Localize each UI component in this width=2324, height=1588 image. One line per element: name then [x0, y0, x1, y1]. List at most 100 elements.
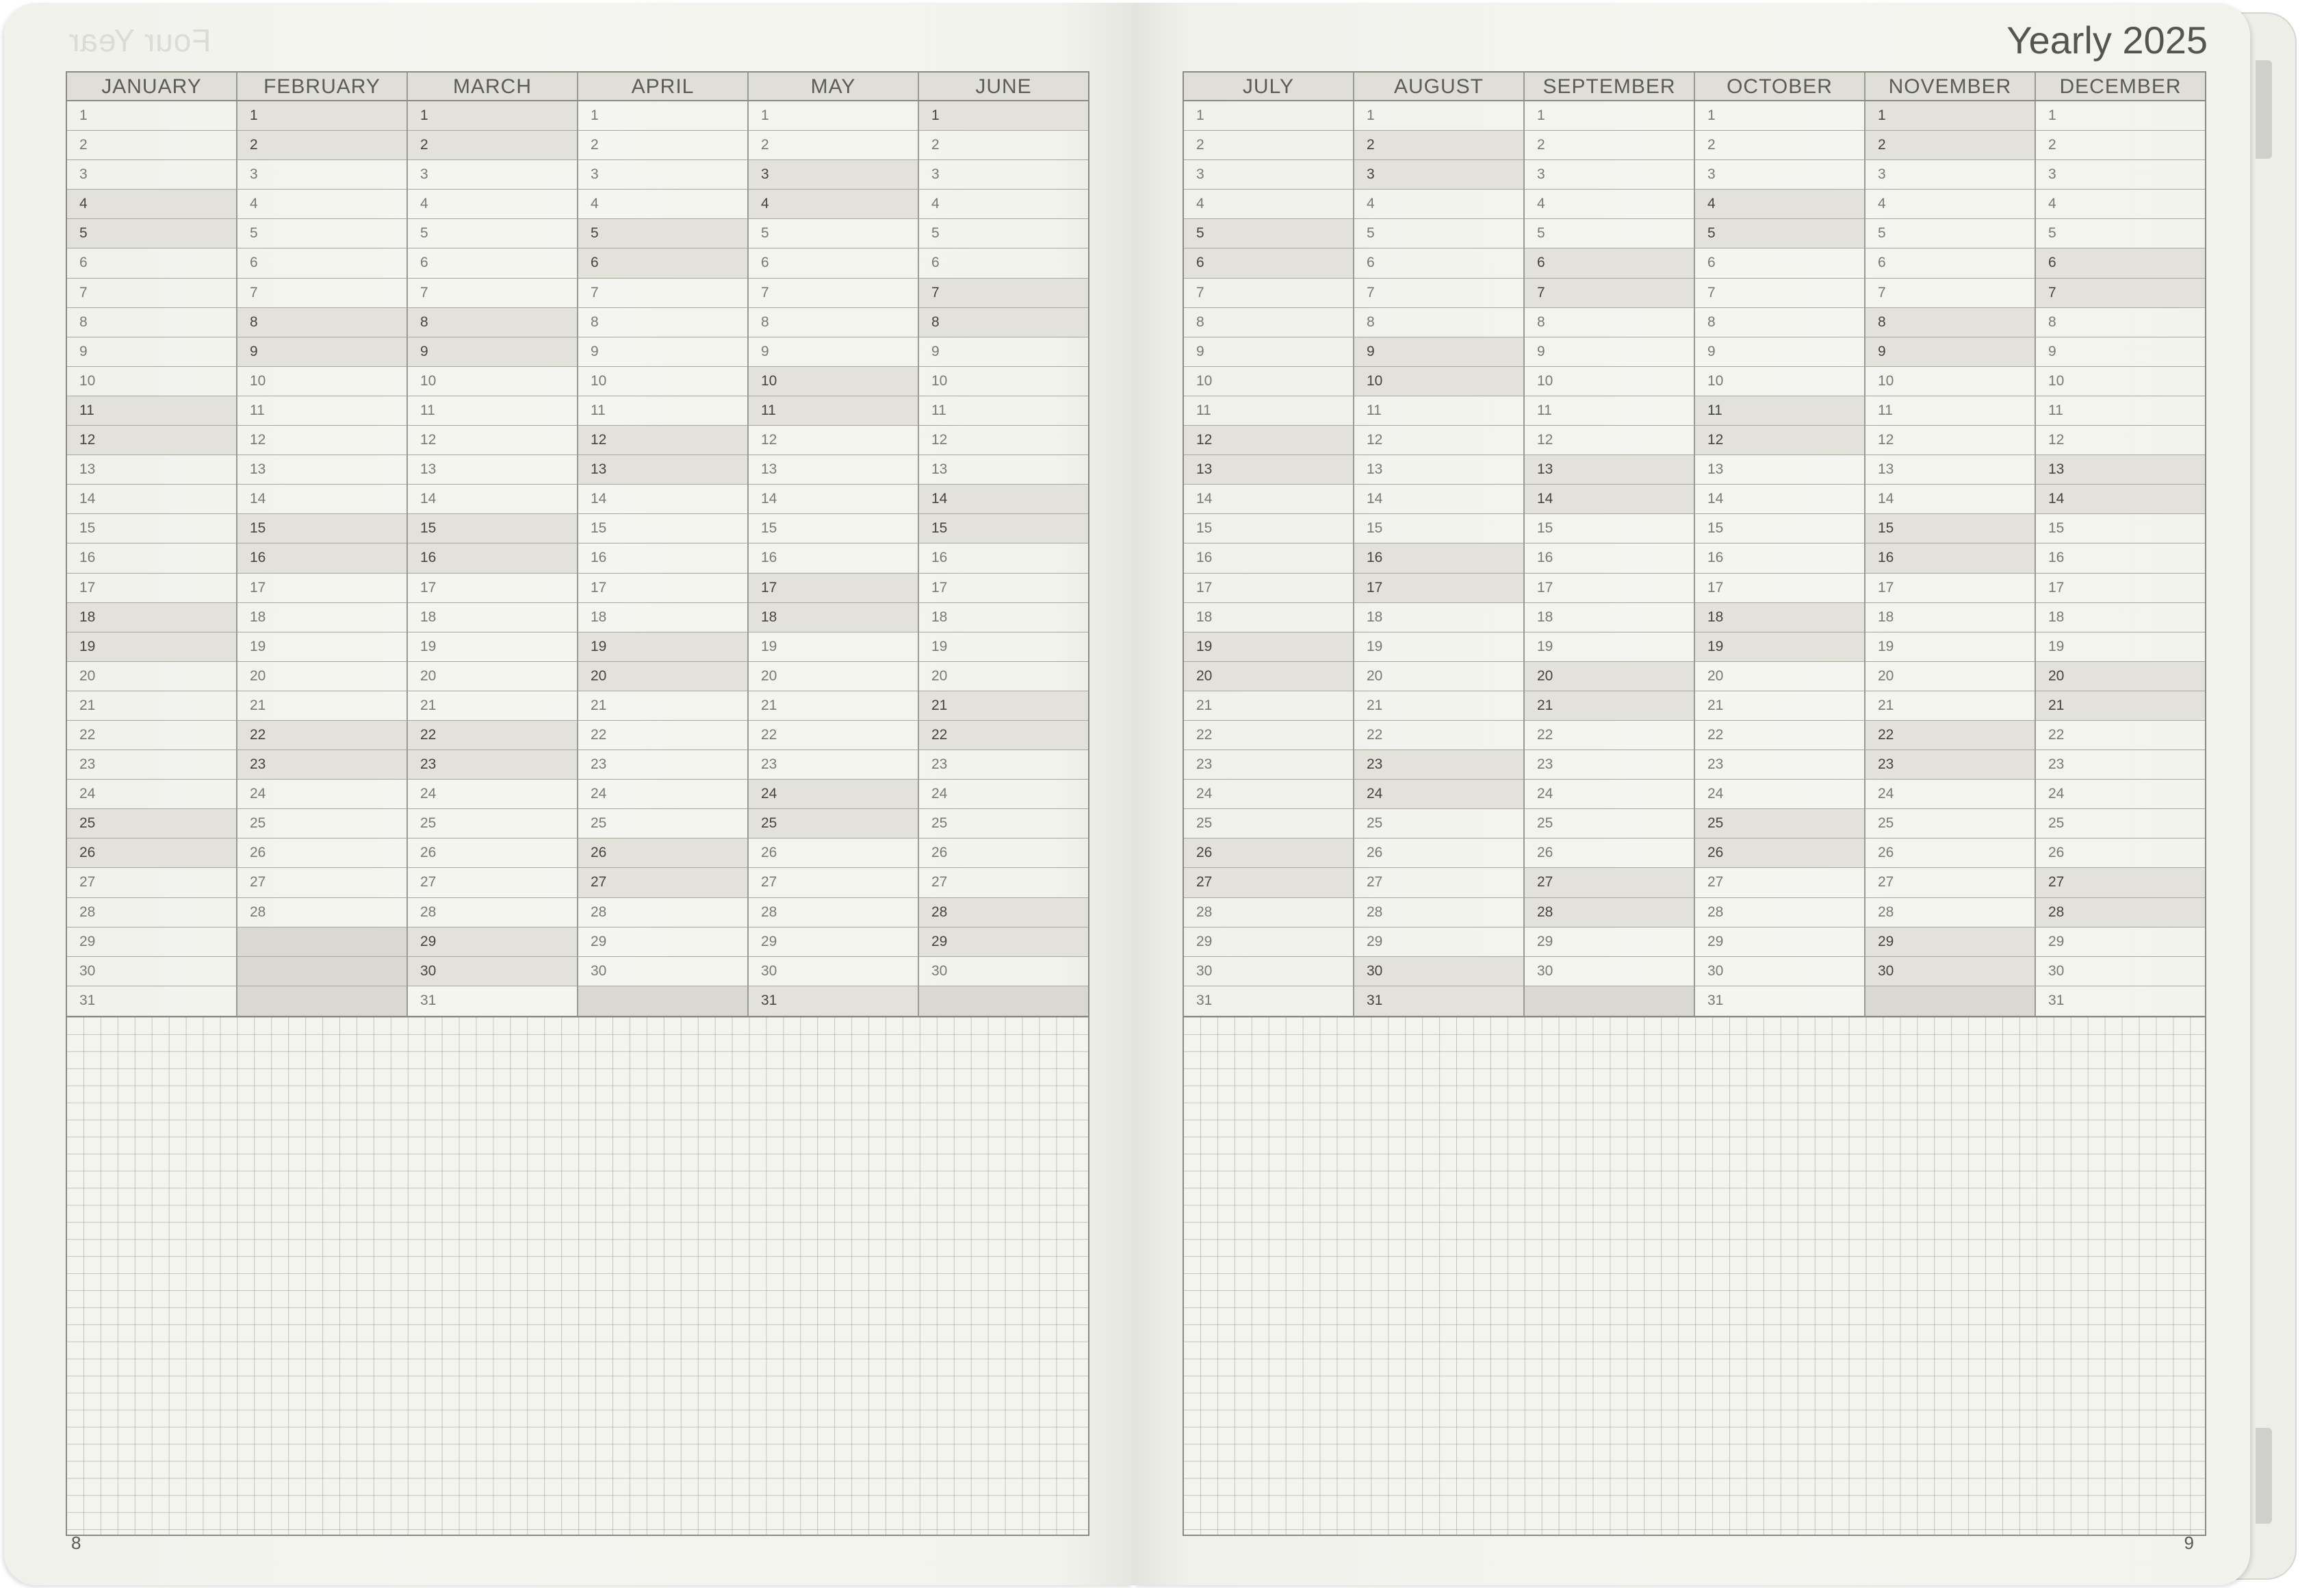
day-cell[interactable]: 21 [1865, 691, 2035, 721]
day-cell[interactable]: 3 [1184, 160, 1353, 190]
day-cell[interactable]: 14 [408, 485, 577, 515]
day-cell[interactable]: 20 [578, 661, 747, 691]
day-cell[interactable]: 11 [1695, 396, 1864, 426]
day-cell[interactable]: 30 [2036, 957, 2205, 986]
day-cell[interactable]: 17 [1695, 574, 1864, 603]
day-cell[interactable]: 26 [919, 838, 1088, 869]
day-cell[interactable]: 21 [67, 691, 236, 721]
day-cell[interactable]: 17 [237, 574, 406, 603]
day-cell[interactable]: 24 [237, 780, 406, 810]
day-cell[interactable]: 31 [408, 986, 577, 1016]
day-cell[interactable]: 5 [1354, 219, 1523, 249]
day-cell[interactable]: 15 [1354, 514, 1523, 544]
day-cell[interactable]: 23 [1184, 750, 1353, 780]
day-cell[interactable]: 24 [1354, 780, 1523, 810]
day-cell[interactable]: 14 [67, 485, 236, 515]
day-cell[interactable]: 11 [749, 396, 918, 426]
day-cell[interactable]: 23 [1695, 750, 1864, 780]
day-cell[interactable]: 8 [1184, 308, 1353, 337]
day-cell[interactable]: 12 [408, 426, 577, 456]
day-cell[interactable]: 11 [1525, 396, 1694, 426]
day-cell[interactable]: 29 [749, 927, 918, 957]
day-cell[interactable]: 29 [408, 927, 577, 957]
day-cell[interactable]: 11 [408, 396, 577, 426]
day-cell[interactable]: 28 [1525, 897, 1694, 927]
day-cell[interactable]: 27 [1184, 868, 1353, 898]
day-cell[interactable]: 2 [2036, 131, 2205, 161]
day-cell[interactable]: 24 [919, 780, 1088, 810]
day-cell[interactable]: 10 [2036, 367, 2205, 396]
day-cell[interactable]: 23 [408, 750, 577, 780]
day-cell[interactable]: 8 [578, 308, 747, 337]
day-cell[interactable]: 5 [1695, 219, 1864, 249]
day-cell[interactable]: 22 [749, 721, 918, 751]
day-cell[interactable]: 15 [1695, 514, 1864, 544]
day-cell[interactable]: 3 [2036, 160, 2205, 190]
day-cell[interactable]: 16 [1525, 543, 1694, 574]
day-cell[interactable]: 6 [408, 248, 577, 279]
day-cell[interactable]: 20 [1354, 662, 1523, 691]
day-cell[interactable]: 5 [2036, 219, 2205, 249]
day-cell[interactable]: 4 [1865, 190, 2035, 220]
day-cell[interactable]: 18 [1865, 603, 2035, 632]
day-cell[interactable]: 6 [1354, 248, 1523, 279]
day-cell[interactable]: 25 [1184, 809, 1353, 839]
day-cell[interactable]: 3 [67, 160, 236, 190]
day-cell[interactable]: 30 [408, 956, 577, 986]
day-cell[interactable]: 18 [2036, 603, 2205, 632]
day-cell[interactable]: 2 [1184, 131, 1353, 161]
day-cell[interactable]: 21 [1184, 691, 1353, 721]
day-cell[interactable]: 14 [1865, 485, 2035, 515]
day-cell[interactable]: 31 [67, 986, 236, 1016]
day-cell[interactable]: 16 [1695, 543, 1864, 574]
day-cell[interactable]: 3 [919, 160, 1088, 190]
day-cell[interactable]: 16 [1184, 543, 1353, 574]
day-cell[interactable]: 20 [749, 662, 918, 691]
day-cell[interactable]: 22 [1354, 721, 1523, 751]
day-cell[interactable]: 21 [749, 691, 918, 721]
day-cell[interactable]: 28 [1865, 898, 2035, 927]
day-cell[interactable]: 8 [2036, 308, 2205, 337]
day-cell[interactable]: 16 [749, 543, 918, 574]
day-cell[interactable]: 18 [67, 602, 236, 632]
day-cell[interactable]: 15 [1525, 514, 1694, 544]
day-cell[interactable]: 4 [1695, 190, 1864, 220]
day-cell[interactable]: 4 [1354, 190, 1523, 220]
day-cell[interactable]: 27 [578, 868, 747, 898]
day-cell[interactable]: 16 [2036, 543, 2205, 574]
day-cell[interactable]: 23 [1865, 750, 2035, 780]
day-cell[interactable]: 10 [1525, 367, 1694, 396]
day-cell[interactable]: 2 [1865, 131, 2035, 161]
day-cell[interactable]: 3 [1695, 160, 1864, 190]
day-cell[interactable]: 5 [578, 219, 747, 249]
day-cell[interactable]: 10 [578, 367, 747, 396]
day-cell[interactable]: 8 [1354, 308, 1523, 337]
day-cell[interactable]: 1 [1525, 101, 1694, 131]
day-cell[interactable]: 28 [2036, 897, 2205, 927]
day-cell[interactable]: 20 [1525, 661, 1694, 691]
day-cell[interactable]: 10 [1865, 367, 2035, 396]
day-cell[interactable]: 6 [1184, 248, 1353, 279]
day-cell[interactable]: 25 [1865, 809, 2035, 839]
day-cell[interactable]: 6 [919, 248, 1088, 279]
day-cell[interactable]: 27 [237, 868, 406, 898]
day-cell[interactable]: 10 [1354, 366, 1523, 396]
day-cell[interactable]: 26 [1525, 838, 1694, 869]
day-cell[interactable]: 17 [1184, 574, 1353, 603]
day-cell[interactable]: 10 [1184, 367, 1353, 396]
day-cell[interactable]: 27 [408, 868, 577, 898]
day-cell[interactable]: 14 [919, 485, 1088, 515]
day-cell[interactable]: 13 [408, 455, 577, 485]
day-cell[interactable]: 10 [919, 367, 1088, 396]
day-cell[interactable]: 22 [2036, 721, 2205, 751]
day-cell[interactable]: 3 [1865, 160, 2035, 190]
day-cell[interactable]: 7 [1695, 279, 1864, 308]
day-cell[interactable]: 24 [1695, 780, 1864, 810]
day-cell[interactable]: 20 [408, 662, 577, 691]
day-cell[interactable]: 18 [578, 603, 747, 632]
day-cell[interactable]: 12 [919, 426, 1088, 456]
day-cell[interactable]: 17 [2036, 574, 2205, 603]
day-cell[interactable]: 9 [1525, 337, 1694, 367]
day-cell[interactable]: 26 [2036, 838, 2205, 869]
index-tab[interactable] [2256, 1428, 2272, 1524]
